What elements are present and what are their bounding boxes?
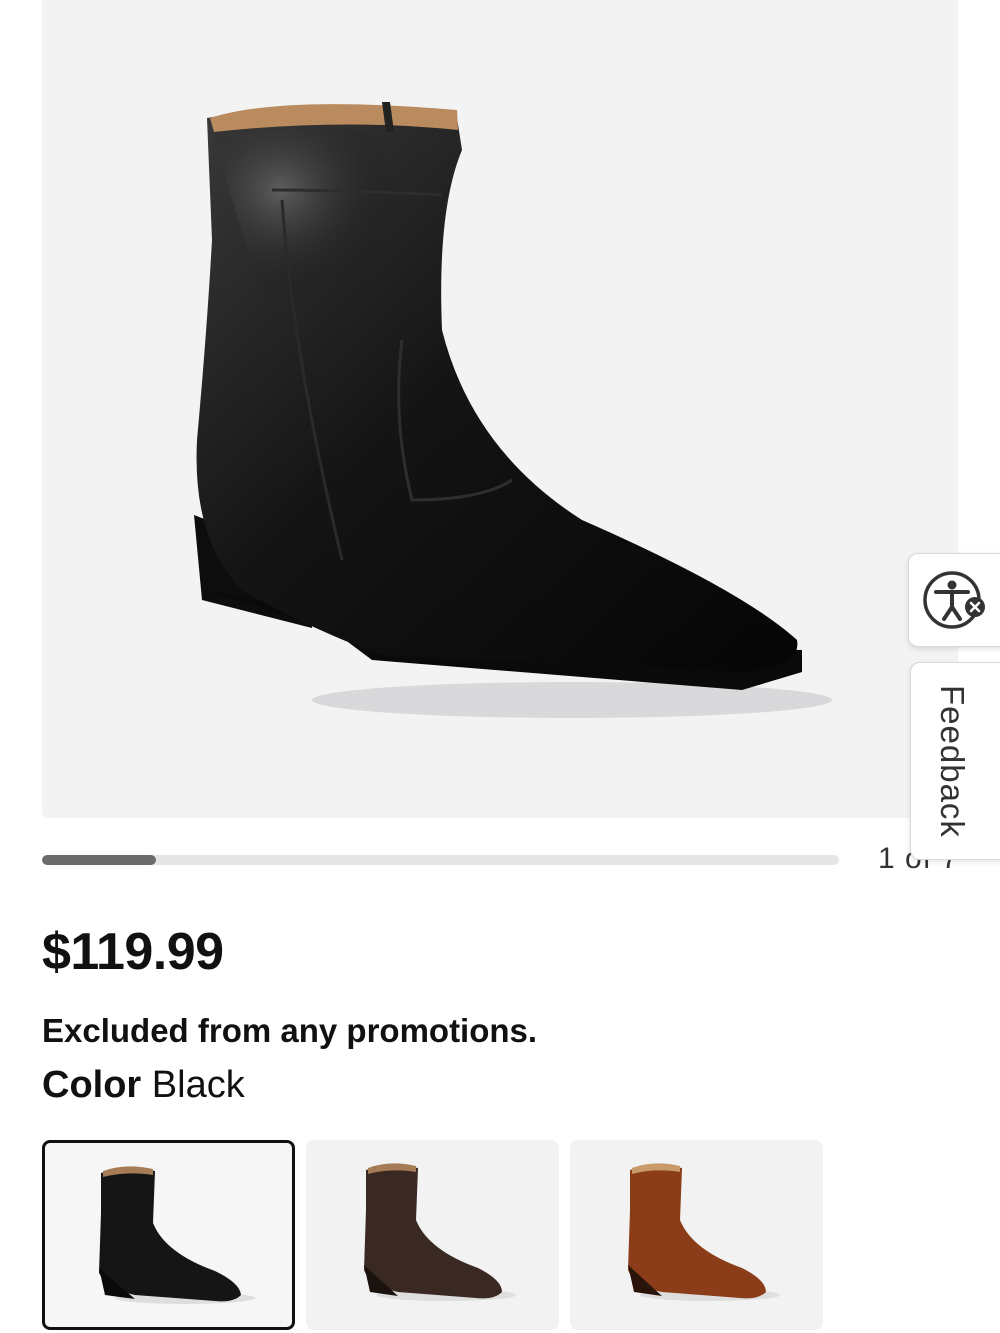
- accessibility-icon: [923, 571, 985, 629]
- accessibility-button[interactable]: [908, 553, 1000, 647]
- swatch-brown[interactable]: [306, 1140, 559, 1330]
- gallery-progress-fill: [42, 855, 156, 865]
- promotion-exclusion-note: Excluded from any promotions.: [42, 1012, 538, 1049]
- feedback-tab[interactable]: Feedback: [910, 662, 1000, 860]
- cognac-boot-thumbnail-icon: [628, 1163, 780, 1301]
- feedback-label: Feedback: [934, 685, 971, 838]
- black-boot-image: [194, 102, 832, 718]
- main-product-image[interactable]: [42, 0, 958, 818]
- product-price: $119.99: [42, 923, 224, 981]
- gallery-progress-bar: [42, 855, 839, 865]
- swatch-cognac[interactable]: [570, 1140, 823, 1330]
- product-page: 1 of 7 Feedback $119.99 Excluded from an…: [0, 0, 1000, 1333]
- color-value: Black: [151, 1064, 245, 1106]
- dark-brown-boot-thumbnail-icon: [364, 1163, 516, 1301]
- swatch-black[interactable]: [42, 1140, 295, 1330]
- color-label: Color: [42, 1064, 142, 1106]
- selected-color: Color Black: [42, 1064, 245, 1107]
- black-boot-thumbnail-icon: [99, 1166, 255, 1304]
